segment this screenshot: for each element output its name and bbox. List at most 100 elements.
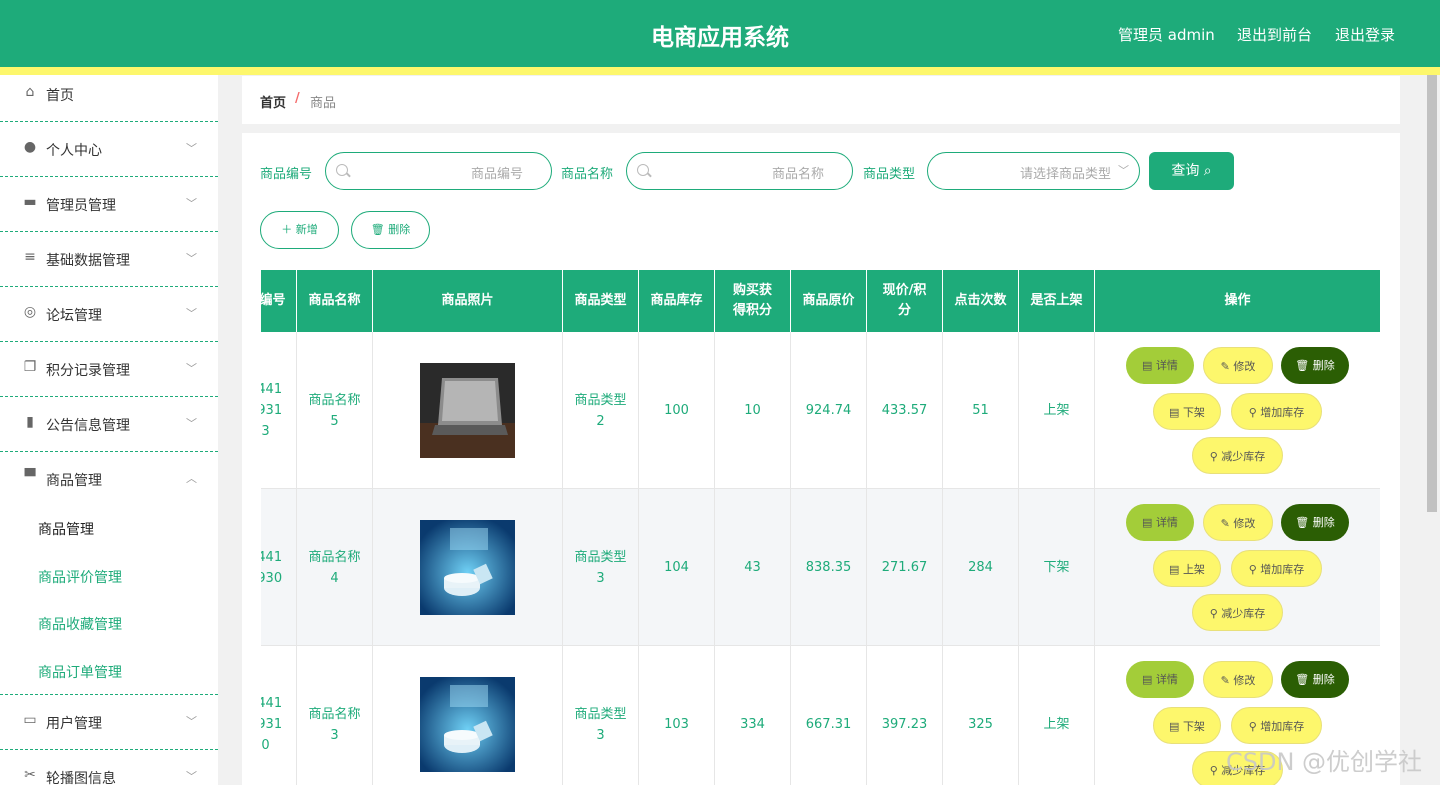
sidebar-item-forum[interactable]: ◎ 论坛管理 ﹀ xyxy=(0,287,218,342)
chevron-down-icon: ﹀ xyxy=(186,715,197,728)
reduce-stock-button[interactable]: ⚲ 减少库存 xyxy=(1192,437,1283,474)
sidebar-item-basic-data[interactable]: ≡ 基础数据管理 ﹀ xyxy=(0,232,218,287)
product-image-cosmetic[interactable] xyxy=(420,520,515,615)
edit-button[interactable]: ✎ 修改 xyxy=(1203,347,1273,384)
delete-row-button[interactable]: 🗑 删除 xyxy=(1281,661,1349,698)
page-scrollbar[interactable] xyxy=(1424,75,1440,785)
cell-price: 924.74 xyxy=(791,332,867,489)
chevron-down-icon: ﹀ xyxy=(186,307,197,320)
type-select[interactable]: 请选择商品类型 ﹀ xyxy=(927,152,1140,190)
search-icon xyxy=(637,164,649,176)
copy-icon: ❐ xyxy=(23,359,37,375)
detail-button[interactable]: ▤ 详情 xyxy=(1126,504,1194,541)
chevron-down-icon: ﹀ xyxy=(186,362,197,375)
name-search-input[interactable]: 商品名称 xyxy=(626,152,853,190)
breadcrumb-separator: / xyxy=(295,91,300,106)
main-panel: 商品编号 商品编号 商品名称 商品名称 商品类型 请选择商品类型 ﹀ 查询 ⌕ … xyxy=(242,133,1400,785)
submenu-goods-order[interactable]: 商品订单管理 xyxy=(38,662,122,682)
sidebar-item-carousel[interactable]: ✂ 轮播图信息 ﹀ xyxy=(0,750,218,785)
cell-type: 商品类型 3 xyxy=(563,489,639,646)
cell-name: 商品名称 3 xyxy=(297,646,373,785)
edit-button[interactable]: ✎ 修改 xyxy=(1203,661,1273,698)
edit-button[interactable]: ✎ 修改 xyxy=(1203,504,1273,541)
col-name: 商品名称 xyxy=(297,270,373,332)
delete-label: 删除 xyxy=(388,223,411,236)
code-search-input[interactable]: 商品编号 xyxy=(325,152,552,190)
add-stock-label: 增加库存 xyxy=(1260,720,1305,733)
toggle-shelf-button[interactable]: ▤ 下架 xyxy=(1153,707,1221,744)
cell-photo xyxy=(373,646,563,785)
sidebar-item-points[interactable]: ❐ 积分记录管理 ﹀ xyxy=(0,342,218,397)
add-stock-button[interactable]: ⚲ 增加库存 xyxy=(1231,550,1322,587)
delete-row-button[interactable]: 🗑 删除 xyxy=(1281,347,1349,384)
toggle-shelf-button[interactable]: ▤ 上架 xyxy=(1153,550,1221,587)
admin-user-label: 管理员 admin xyxy=(1118,26,1215,44)
submenu-goods-favorite[interactable]: 商品收藏管理 xyxy=(38,614,122,634)
submenu-goods-review[interactable]: 商品评价管理 xyxy=(38,567,122,587)
col-actions: 操作 xyxy=(1224,293,1251,308)
add-button[interactable]: ＋ 新增 xyxy=(260,211,339,249)
col-clicks: 点击次数 xyxy=(943,270,1019,332)
cell-stock: 103 xyxy=(639,646,715,785)
product-image-laptop[interactable] xyxy=(420,363,515,458)
sidebar-item-notice[interactable]: ▮ 公告信息管理 ﹀ xyxy=(0,397,218,452)
col-stock: 商品库存 xyxy=(639,270,715,332)
cell-status: 下架 xyxy=(1019,489,1095,646)
cell-code: 0441 0931 0 xyxy=(261,646,297,785)
toggle-shelf-label: 上架 xyxy=(1182,563,1205,576)
chevron-down-icon: ﹀ xyxy=(1118,164,1129,177)
toggle-shelf-button[interactable]: ▤ 下架 xyxy=(1153,393,1221,430)
add-stock-button[interactable]: ⚲ 增加库存 xyxy=(1231,707,1322,744)
cell-photo xyxy=(373,332,563,489)
delete-row-button[interactable]: 🗑 删除 xyxy=(1281,504,1349,541)
detail-button[interactable]: ▤ 详情 xyxy=(1126,347,1194,384)
sidebar-item-home[interactable]: ⌂ 首页 xyxy=(0,75,218,122)
bar-icon: ▮ xyxy=(26,414,34,430)
delete-row-label: 删除 xyxy=(1312,359,1335,372)
scrollbar-thumb[interactable] xyxy=(1427,75,1437,512)
cell-code: 0441 0931 3 xyxy=(261,332,297,489)
cell-clicks: 325 xyxy=(943,646,1019,785)
user-icon: ● xyxy=(23,139,37,155)
cell-price: 838.35 xyxy=(791,489,867,646)
add-stock-label: 增加库存 xyxy=(1260,406,1305,419)
type-filter-label: 商品类型 xyxy=(863,167,916,182)
chevron-down-icon: ﹀ xyxy=(186,197,197,210)
reduce-stock-button[interactable]: ⚲ 减少库存 xyxy=(1192,594,1283,631)
header-accent-bar xyxy=(0,67,1440,75)
breadcrumb-home[interactable]: 首页 xyxy=(260,92,286,111)
sidebar-item-goods[interactable]: ▀ 商品管理 ︿ 商品管理 商品评价管理 商品收藏管理 商品订单管理 xyxy=(0,452,218,695)
delete-row-label: 删除 xyxy=(1312,673,1335,686)
sidebar-item-profile[interactable]: ● 个人中心 ﹀ xyxy=(0,122,218,177)
chevron-down-icon: ﹀ xyxy=(186,142,197,155)
cell-clicks: 51 xyxy=(943,332,1019,489)
search-icon: ⌕ xyxy=(1203,163,1212,179)
home-icon: ⌂ xyxy=(25,84,35,100)
sidebar-item-label: 管理员管理 xyxy=(46,198,116,214)
query-button[interactable]: 查询 ⌕ xyxy=(1149,152,1234,190)
cell-stock: 100 xyxy=(639,332,715,489)
sidebar-item-label: 基础数据管理 xyxy=(46,253,130,269)
col-price: 商品原价 xyxy=(791,270,867,332)
cell-points: 43 xyxy=(715,489,791,646)
cell-stock: 104 xyxy=(639,489,715,646)
cell-photo xyxy=(373,489,563,646)
sidebar-item-users[interactable]: ▭ 用户管理 ﹀ xyxy=(0,695,218,750)
product-image-cosmetic[interactable] xyxy=(420,677,515,772)
front-link[interactable]: 退出到前台 xyxy=(1237,24,1312,45)
detail-button[interactable]: ▤ 详情 xyxy=(1126,661,1194,698)
chevron-down-icon: ﹀ xyxy=(186,770,197,783)
submenu-goods-manage[interactable]: 商品管理 xyxy=(38,519,94,539)
delete-button[interactable]: 🗑 删除 xyxy=(351,211,430,249)
monitor-icon: ▬ xyxy=(23,194,37,210)
logout-link[interactable]: 退出登录 xyxy=(1335,24,1395,45)
sidebar-item-admin[interactable]: ▬ 管理员管理 ﹀ xyxy=(0,177,218,232)
cell-name: 商品名称 5 xyxy=(297,332,373,489)
edit-label: 修改 xyxy=(1233,360,1256,373)
add-stock-button[interactable]: ⚲ 增加库存 xyxy=(1231,393,1322,430)
sidebar-item-label: 商品管理 xyxy=(46,473,102,489)
chevron-up-icon: ︿ xyxy=(186,472,197,485)
chevron-down-icon: ﹀ xyxy=(186,252,197,265)
cell-now: 433.57 xyxy=(867,332,943,489)
cell-type: 商品类型 3 xyxy=(563,646,639,785)
